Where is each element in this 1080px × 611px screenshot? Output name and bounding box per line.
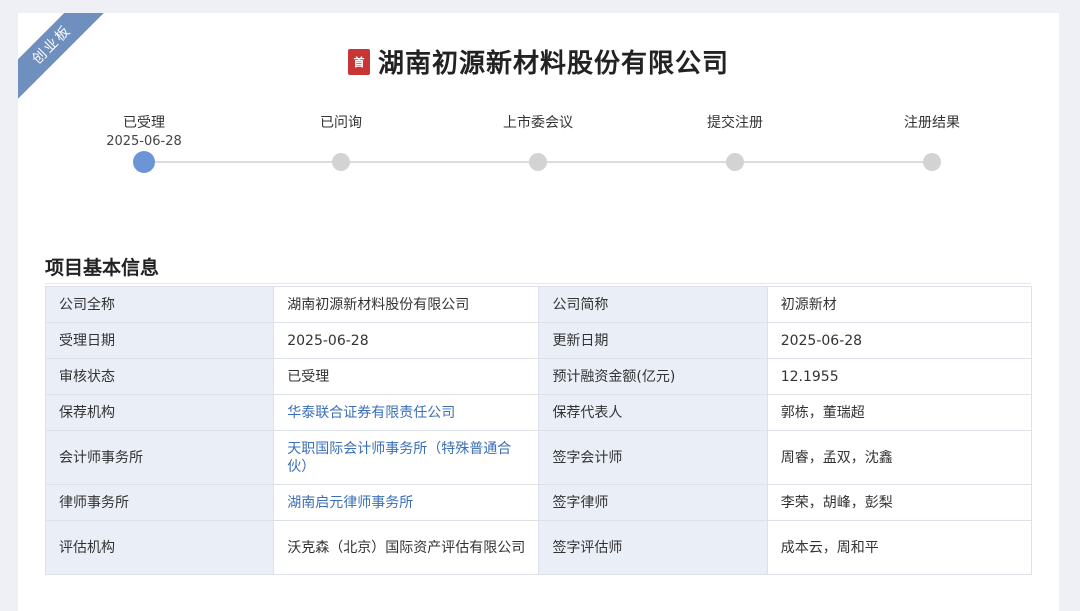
first-badge-icon: 首 (347, 48, 370, 75)
table-row: 审核状态 已受理 预计融资金额(亿元) 12.1955 (44, 358, 1033, 395)
info-value: 初源新材 (766, 286, 1033, 323)
step-dot (332, 153, 350, 171)
step-date (665, 133, 805, 151)
accounting-firm-link[interactable]: 天职国际会计师事务所（特殊普通合伙） (273, 430, 540, 485)
step-registration-result: 注册结果 (862, 113, 1002, 171)
step-dot (529, 153, 547, 171)
step-dot (726, 153, 744, 171)
table-row: 律师事务所 湖南启元律师事务所 签字律师 李荣，胡峰，彭梨 (44, 484, 1033, 521)
info-key: 受理日期 (44, 322, 275, 359)
info-value: 12.1955 (766, 358, 1033, 395)
info-key: 签字律师 (538, 484, 768, 521)
step-label: 注册结果 (904, 115, 960, 131)
law-firm-link[interactable]: 湖南启元律师事务所 (273, 484, 540, 521)
table-row: 会计师事务所 天职国际会计师事务所（特殊普通合伙） 签字会计师 周睿，孟双，沈鑫 (44, 430, 1033, 485)
info-key: 签字评估师 (538, 520, 768, 575)
step-listing-committee: 上市委会议 (468, 113, 608, 171)
info-value: 湖南初源新材料股份有限公司 (273, 286, 540, 323)
step-date (271, 133, 411, 151)
progress-tracker: 已受理 2025-06-28 已问询 上市委会议 提交注册 注册结果 (18, 113, 1059, 183)
info-key: 律师事务所 (44, 484, 275, 521)
company-title: 湖南初源新材料股份有限公司 (377, 49, 729, 79)
table-row: 保荐机构 华泰联合证券有限责任公司 保荐代表人 郭栋，董瑞超 (44, 394, 1033, 431)
table-row: 受理日期 2025-06-28 更新日期 2025-06-28 (44, 322, 1033, 359)
info-key: 会计师事务所 (44, 430, 275, 485)
step-label: 上市委会议 (503, 115, 573, 131)
info-value: 郭栋，董瑞超 (766, 394, 1033, 431)
info-key: 公司简称 (538, 286, 768, 323)
step-label: 已问询 (320, 115, 362, 131)
step-date (862, 133, 1002, 151)
step-label: 提交注册 (707, 115, 763, 131)
info-key: 保荐机构 (44, 394, 275, 431)
section-divider (45, 283, 1031, 284)
step-inquired: 已问询 (271, 113, 411, 171)
info-value: 已受理 (273, 358, 540, 395)
info-value: 2025-06-28 (273, 322, 540, 359)
info-key: 评估机构 (44, 520, 275, 575)
section-title: 项目基本信息 (45, 257, 160, 279)
step-dot-active (133, 151, 155, 173)
step-accepted: 已受理 2025-06-28 (74, 113, 214, 173)
table-row: 评估机构 沃克森（北京）国际资产评估有限公司 签字评估师 成本云，周和平 (44, 520, 1033, 575)
info-key: 更新日期 (538, 322, 768, 359)
info-key: 公司全称 (44, 286, 275, 323)
step-date: 2025-06-28 (106, 134, 182, 149)
info-key: 审核状态 (44, 358, 275, 395)
info-value: 李荣，胡峰，彭梨 (766, 484, 1033, 521)
table-row: 公司全称 湖南初源新材料股份有限公司 公司简称 初源新材 (44, 286, 1033, 323)
info-value: 沃克森（北京）国际资产评估有限公司 (273, 520, 540, 575)
info-table: 公司全称 湖南初源新材料股份有限公司 公司简称 初源新材 受理日期 2025-0… (44, 286, 1033, 575)
info-key: 保荐代表人 (538, 394, 768, 431)
step-submit-registration: 提交注册 (665, 113, 805, 171)
info-value: 成本云，周和平 (766, 520, 1033, 575)
title-row: 首 湖南初源新材料股份有限公司 (18, 43, 1059, 80)
project-card: 创业板 首 湖南初源新材料股份有限公司 已受理 2025-06-28 已问询 上… (18, 13, 1059, 611)
step-label: 已受理 (123, 115, 165, 131)
step-date (468, 133, 608, 151)
info-key: 签字会计师 (538, 430, 768, 485)
step-dot (923, 153, 941, 171)
sponsor-link[interactable]: 华泰联合证券有限责任公司 (273, 394, 540, 431)
info-key: 预计融资金额(亿元) (538, 358, 768, 395)
info-value: 周睿，孟双，沈鑫 (766, 430, 1033, 485)
info-value: 2025-06-28 (766, 322, 1033, 359)
